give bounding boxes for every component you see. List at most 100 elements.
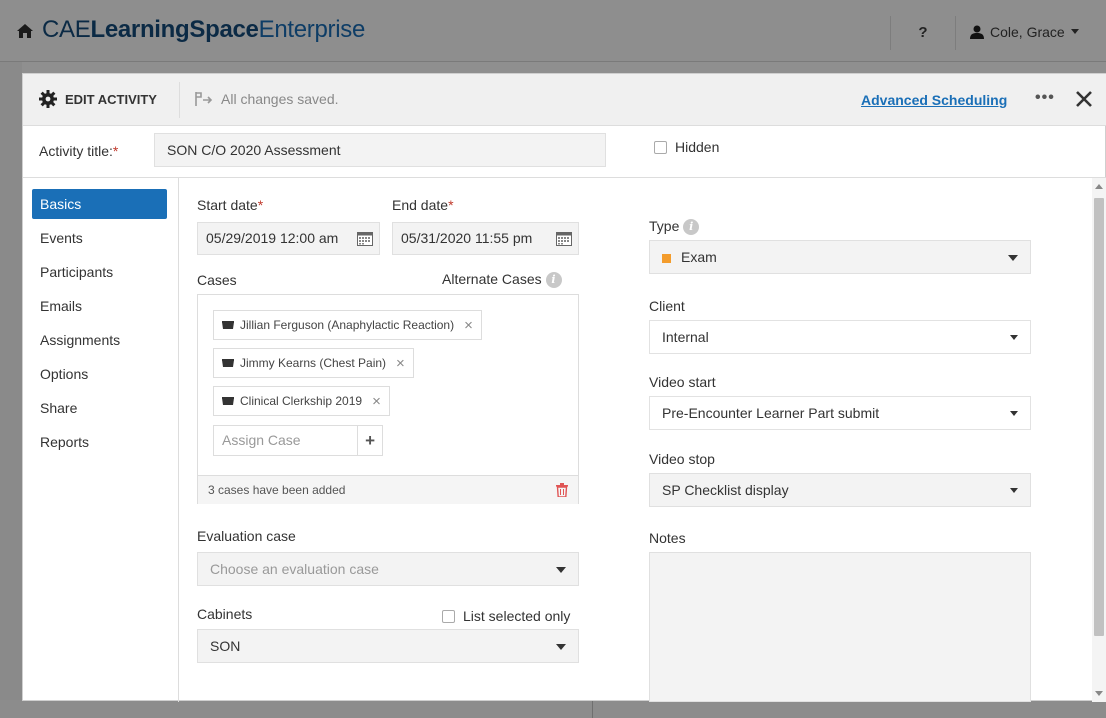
checkbox-box[interactable] bbox=[654, 140, 667, 154]
case-chip: Clinical Clerkship 2019 × bbox=[213, 386, 390, 416]
caret-down-icon bbox=[1070, 29, 1079, 34]
sidebar-item-options[interactable]: Options bbox=[32, 359, 167, 393]
modal-header: EDIT ACTIVITY All changes saved. Advance… bbox=[23, 74, 1106, 126]
cabinets-select[interactable]: SON bbox=[197, 629, 579, 663]
hidden-checkbox[interactable]: Hidden bbox=[654, 139, 719, 155]
activity-title-label: Activity title:* bbox=[39, 143, 119, 159]
assign-case-control: Assign Case + bbox=[213, 425, 383, 456]
save-status-text: All changes saved. bbox=[221, 91, 339, 107]
end-date-label: End date* bbox=[392, 197, 454, 213]
end-date-value: 05/31/2020 11:55 pm bbox=[401, 230, 533, 246]
start-date-value: 05/29/2019 12:00 am bbox=[206, 230, 339, 246]
brand-suffix: Enterprise bbox=[258, 16, 366, 43]
type-label: Type i bbox=[649, 218, 700, 236]
calendar-icon[interactable] bbox=[556, 231, 572, 246]
close-icon[interactable] bbox=[1073, 88, 1095, 110]
sidebar-item-participants[interactable]: Participants bbox=[32, 257, 167, 291]
evaluation-case-placeholder: Choose an evaluation case bbox=[210, 561, 379, 577]
home-icon[interactable] bbox=[16, 22, 34, 40]
type-value: Exam bbox=[681, 249, 717, 265]
case-name: Jillian Ferguson (Anaphylactic Reaction) bbox=[240, 318, 455, 332]
user-name: Cole, Grace bbox=[990, 24, 1065, 40]
scroll-down-icon[interactable] bbox=[1095, 691, 1103, 696]
evaluation-case-label: Evaluation case bbox=[197, 528, 296, 544]
scrollbar-thumb[interactable] bbox=[1094, 198, 1104, 636]
cases-footer: 3 cases have been added bbox=[198, 475, 578, 504]
user-menu[interactable]: Cole, Grace bbox=[970, 24, 1079, 40]
basics-panel: Start date* End date* 05/29/2019 12:00 a… bbox=[180, 178, 1092, 702]
user-icon bbox=[970, 25, 984, 39]
modal-title-text: EDIT ACTIVITY bbox=[65, 91, 157, 107]
evaluation-case-select[interactable]: Choose an evaluation case bbox=[197, 552, 579, 586]
case-name: Jimmy Kearns (Chest Pain) bbox=[240, 356, 387, 370]
background-page bbox=[0, 62, 22, 718]
alternate-cases-label: Alternate Cases i bbox=[442, 271, 562, 289]
brand-prefix: CAE bbox=[42, 16, 91, 43]
cases-label: Cases bbox=[197, 272, 237, 288]
type-select[interactable]: Exam bbox=[649, 240, 1031, 274]
sidebar-item-emails[interactable]: Emails bbox=[32, 291, 167, 325]
cases-box: Jillian Ferguson (Anaphylactic Reaction)… bbox=[197, 294, 579, 504]
sidebar-item-assignments[interactable]: Assignments bbox=[32, 325, 167, 359]
info-icon[interactable]: i bbox=[683, 219, 700, 236]
remove-case-icon[interactable]: × bbox=[396, 355, 405, 372]
client-value: Internal bbox=[662, 329, 709, 345]
saved-icon bbox=[195, 92, 213, 106]
client-select[interactable]: Internal bbox=[649, 320, 1031, 354]
app-header: CAELearningSpaceEnterprise ? Cole, Grace bbox=[0, 0, 1106, 62]
background-page-bottom bbox=[0, 700, 1106, 718]
gear-icon bbox=[39, 90, 57, 108]
advanced-scheduling-link[interactable]: Advanced Scheduling bbox=[861, 92, 1007, 108]
case-icon bbox=[222, 320, 234, 329]
type-color-swatch bbox=[662, 253, 671, 263]
case-icon bbox=[222, 358, 234, 367]
scrollbar[interactable] bbox=[1092, 178, 1106, 702]
cases-count-text: 3 cases have been added bbox=[208, 483, 346, 497]
more-options-button[interactable]: ••• bbox=[1035, 89, 1055, 107]
save-status: All changes saved. bbox=[195, 91, 339, 107]
end-date-input[interactable]: 05/31/2020 11:55 pm bbox=[392, 222, 579, 255]
sidebar-item-reports[interactable]: Reports bbox=[32, 427, 167, 461]
edit-activity-modal: EDIT ACTIVITY All changes saved. Advance… bbox=[22, 73, 1106, 702]
case-chip: Jimmy Kearns (Chest Pain) × bbox=[213, 348, 414, 378]
add-case-button[interactable]: + bbox=[358, 426, 382, 455]
sidebar-item-events[interactable]: Events bbox=[32, 223, 167, 257]
notes-label: Notes bbox=[649, 530, 686, 546]
calendar-icon[interactable] bbox=[357, 231, 373, 246]
video-start-label: Video start bbox=[649, 374, 716, 390]
brand-main: LearningSpace bbox=[90, 16, 259, 43]
video-start-value: Pre-Encounter Learner Part submit bbox=[662, 405, 880, 421]
divider bbox=[592, 700, 593, 718]
header-divider bbox=[179, 82, 180, 118]
assign-case-input[interactable]: Assign Case bbox=[214, 426, 359, 455]
case-icon bbox=[222, 396, 234, 405]
remove-case-icon[interactable]: × bbox=[464, 317, 473, 334]
case-chip: Jillian Ferguson (Anaphylactic Reaction)… bbox=[213, 310, 482, 340]
scroll-up-icon[interactable] bbox=[1095, 184, 1103, 189]
list-selected-label: List selected only bbox=[463, 608, 571, 624]
app-brand[interactable]: CAELearningSpaceEnterprise bbox=[42, 16, 365, 44]
remove-case-icon[interactable]: × bbox=[372, 393, 381, 410]
video-start-select[interactable]: Pre-Encounter Learner Part submit bbox=[649, 396, 1031, 430]
activity-title-row: Activity title:* SON C/O 2020 Assessment… bbox=[23, 126, 1106, 178]
case-name: Clinical Clerkship 2019 bbox=[240, 394, 363, 408]
chevron-down-icon bbox=[1010, 411, 1018, 416]
sidebar-item-share[interactable]: Share bbox=[32, 393, 167, 427]
activity-title-input[interactable]: SON C/O 2020 Assessment bbox=[154, 133, 606, 167]
checkbox-box[interactable] bbox=[442, 609, 455, 623]
sidebar-item-basics[interactable]: Basics bbox=[32, 189, 167, 219]
video-stop-select[interactable]: SP Checklist display bbox=[649, 473, 1031, 507]
list-selected-checkbox[interactable]: List selected only bbox=[442, 608, 570, 624]
notes-textarea[interactable] bbox=[649, 552, 1031, 702]
modal-title: EDIT ACTIVITY bbox=[39, 90, 157, 108]
start-date-input[interactable]: 05/29/2019 12:00 am bbox=[197, 222, 380, 255]
help-button[interactable]: ? bbox=[890, 16, 956, 50]
chevron-down-icon bbox=[1010, 335, 1018, 340]
client-label: Client bbox=[649, 298, 685, 314]
info-icon[interactable]: i bbox=[545, 272, 562, 289]
hidden-label: Hidden bbox=[675, 139, 720, 155]
chevron-down-icon bbox=[556, 567, 566, 573]
trash-icon[interactable] bbox=[556, 483, 568, 497]
chevron-down-icon bbox=[556, 644, 566, 650]
video-stop-value: SP Checklist display bbox=[662, 482, 789, 498]
